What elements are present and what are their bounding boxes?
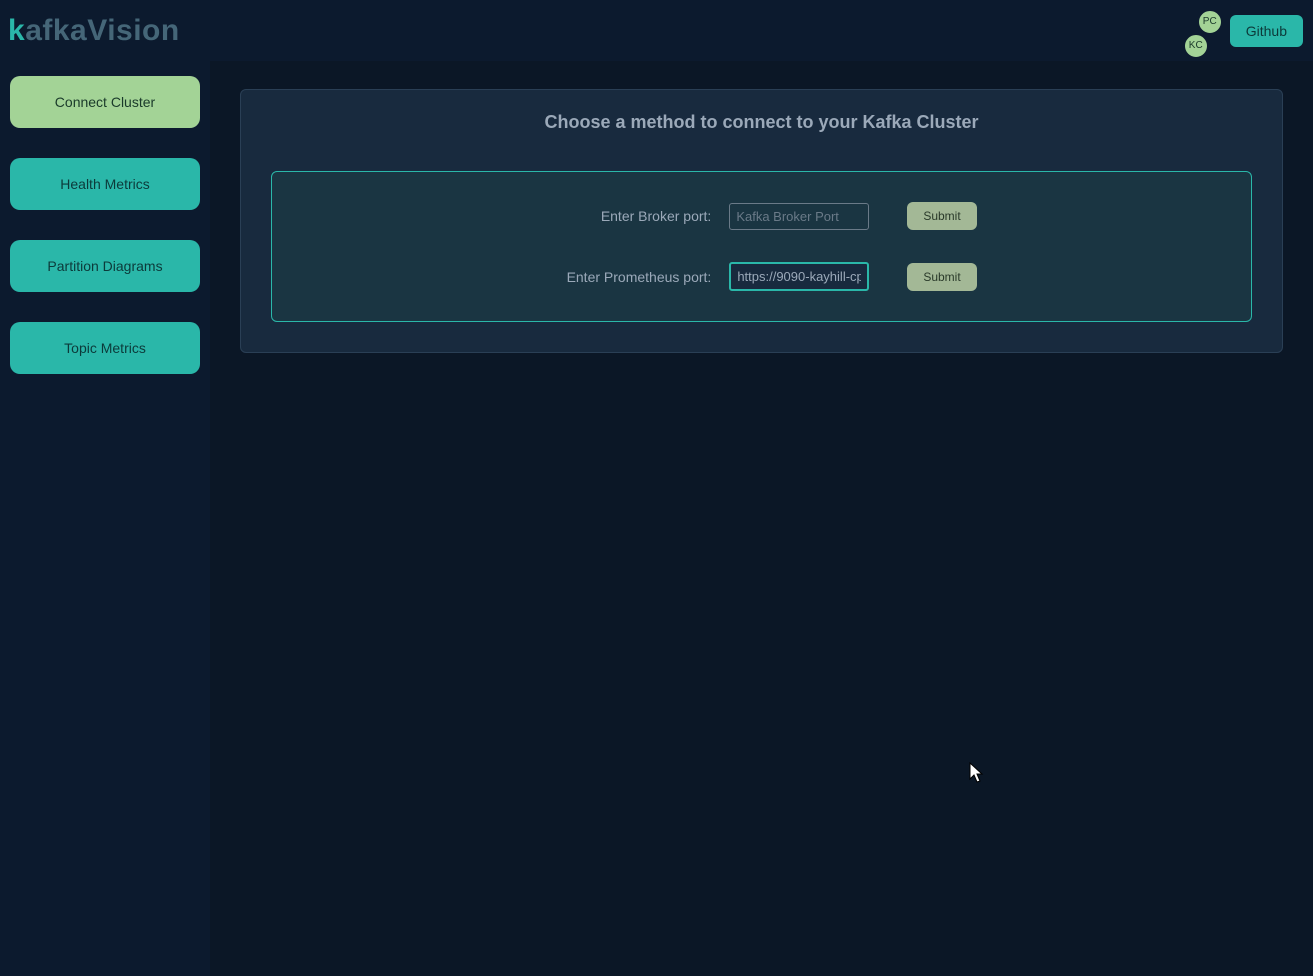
avatar-kc[interactable]: KC <box>1184 34 1208 58</box>
prometheus-label: Enter Prometheus port: <box>546 269 711 285</box>
logo-k: k <box>8 14 25 48</box>
broker-label: Enter Broker port: <box>546 208 711 224</box>
broker-row: Enter Broker port: Submit <box>292 202 1231 230</box>
layout: Connect Cluster Health Metrics Partition… <box>0 61 1313 976</box>
prometheus-submit-button[interactable]: Submit <box>907 263 976 291</box>
connect-form: Enter Broker port: Submit Enter Promethe… <box>271 171 1252 322</box>
sidebar-item-health-metrics[interactable]: Health Metrics <box>10 158 200 210</box>
connect-panel: Choose a method to connect to your Kafka… <box>240 89 1283 353</box>
sidebar-item-label: Connect Cluster <box>55 94 155 110</box>
avatar-pc[interactable]: PC <box>1198 10 1222 34</box>
sidebar-item-label: Topic Metrics <box>64 340 146 356</box>
main-content: Choose a method to connect to your Kafka… <box>210 61 1313 976</box>
cursor-icon <box>968 761 988 785</box>
broker-submit-button[interactable]: Submit <box>907 202 976 230</box>
sidebar: Connect Cluster Health Metrics Partition… <box>0 61 210 976</box>
logo-rest: afkaVision <box>25 14 180 48</box>
prometheus-port-input[interactable] <box>729 262 869 291</box>
panel-title: Choose a method to connect to your Kafka… <box>271 112 1252 133</box>
sidebar-item-label: Partition Diagrams <box>47 258 162 274</box>
app-header: kafkaVision PC KC Github <box>0 0 1313 61</box>
prometheus-row: Enter Prometheus port: Submit <box>292 262 1231 291</box>
sidebar-item-label: Health Metrics <box>60 176 149 192</box>
github-button[interactable]: Github <box>1230 15 1303 47</box>
sidebar-item-connect-cluster[interactable]: Connect Cluster <box>10 76 200 128</box>
avatar-stack: PC KC <box>1172 6 1222 56</box>
app-logo: kafkaVision <box>8 14 180 48</box>
broker-port-input[interactable] <box>729 203 869 230</box>
sidebar-item-topic-metrics[interactable]: Topic Metrics <box>10 322 200 374</box>
header-right: PC KC Github <box>1172 6 1303 56</box>
sidebar-item-partition-diagrams[interactable]: Partition Diagrams <box>10 240 200 292</box>
